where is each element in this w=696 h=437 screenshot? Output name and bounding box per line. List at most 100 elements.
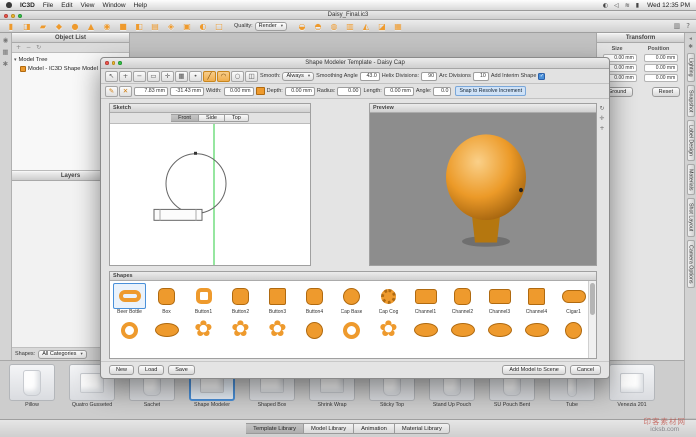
dialog-close-button[interactable] [105,61,109,65]
help-icon[interactable]: ? [684,22,692,30]
pan-tool-icon[interactable]: ✛ [161,71,174,82]
render-tool-icon[interactable]: ▦ [391,21,405,32]
add-model-to-scene-button[interactable]: Add Model to Scene [502,365,566,375]
app-menu[interactable]: IC3D [20,2,35,9]
shape-tile[interactable]: Channel3 [482,283,517,315]
zoom-out-icon[interactable]: − [133,71,146,82]
bottle-model-icon[interactable]: ● [68,21,82,32]
save-project-icon[interactable]: ▰ [36,21,50,32]
preview-canvas[interactable] [370,113,596,265]
add-object-icon[interactable]: + [16,44,21,51]
shape-tile[interactable] [260,317,295,343]
camera-rail-icon[interactable]: ◉ [3,36,9,44]
render-rail-icon[interactable]: ▦ [2,48,8,56]
arc-divisions-field[interactable]: 10 [473,72,489,81]
shape-tile[interactable] [556,317,586,343]
shape-tile[interactable] [519,317,554,343]
scrollbar-thumb[interactable] [590,283,595,315]
cancel-button[interactable]: Cancel [570,365,601,375]
shape-tile[interactable] [297,317,332,343]
shape-tile[interactable]: Beer Bottle [112,283,147,315]
refresh-tree-icon[interactable]: ↻ [36,44,41,51]
side-panel-tab[interactable]: Lighting [687,53,695,82]
remove-object-icon[interactable]: − [26,44,31,51]
cap-model-icon[interactable]: ▤ [148,21,162,32]
environment-tool-icon[interactable]: ◍ [327,21,341,32]
shapes-scrollbar[interactable] [588,281,596,358]
shape-tile[interactable]: Button3 [260,283,295,315]
chevron-down-icon[interactable] [14,57,17,63]
menu-item[interactable]: Edit [61,2,72,9]
wifi-status-icon[interactable]: ≋ [625,2,630,9]
shape-tile[interactable]: Channel1 [408,283,443,315]
dialog-zoom-button[interactable] [118,61,122,65]
sketch-view-tab[interactable]: Top [225,114,249,122]
sketch-canvas[interactable] [110,124,310,265]
menu-item[interactable]: Help [134,2,147,9]
length-field[interactable]: 0.00 mm [384,87,414,96]
shape-tile[interactable]: Channel4 [519,283,554,315]
side-panel-tab[interactable]: Snapshot [687,85,695,117]
shapes-category-select[interactable]: All Categories [38,350,87,359]
pan-view-icon[interactable]: ✛ [599,115,604,122]
shape-tile[interactable] [186,317,221,343]
save-button[interactable]: Save [168,365,195,375]
snap-to-increment-toggle[interactable]: Snap to Resolve Increment [455,86,526,96]
shape-tile[interactable]: Cap Cog [371,283,406,315]
shape-tile[interactable] [223,317,258,343]
template-thumbnail[interactable]: Venezia 201 [604,364,660,419]
draw-arc-icon[interactable]: ◠ [217,71,230,82]
zoom-in-icon[interactable]: + [119,71,132,82]
side-panel-tab[interactable]: Label Design [687,120,695,161]
delete-node-icon[interactable]: ✕ [119,86,132,97]
panel-settings-icon[interactable]: ✱ [688,44,693,50]
close-window-button[interactable] [4,14,8,18]
library-tab[interactable]: Material Library [395,423,450,434]
shape-tile[interactable]: Channel2 [445,283,480,315]
position-value-field[interactable]: 0.00 mm [644,54,678,62]
animation-tool-icon[interactable]: ◪ [375,21,389,32]
angle-field[interactable]: 0.0 [433,87,451,96]
mirror-icon[interactable]: ◫ [245,71,258,82]
zoom-view-icon[interactable]: + [599,125,604,132]
reset-button[interactable]: Reset [652,87,680,97]
display-status-icon[interactable]: ◐ [603,2,608,9]
quality-select[interactable]: Render [255,22,287,31]
grid-toggle-icon[interactable]: ▦ [175,71,188,82]
sketch-view-tab[interactable]: Front [171,114,199,122]
shape-tile[interactable]: Box [149,283,184,315]
shape-tile[interactable] [371,317,406,343]
library-tab[interactable]: Template Library [246,423,304,434]
radius-field[interactable]: 0.00 [337,87,361,96]
shape-tile[interactable]: Button1 [186,283,221,315]
tray-model-icon[interactable]: ◈ [164,21,178,32]
surface-swatch[interactable] [256,87,265,95]
draw-circle-icon[interactable]: ○ [231,71,244,82]
new-project-icon[interactable]: ▮ [4,21,18,32]
y-coordinate-field[interactable]: -31.43 mm [170,87,204,96]
open-project-icon[interactable]: ◨ [20,21,34,32]
draw-line-icon[interactable]: ╱ [203,71,216,82]
shape-tile[interactable] [408,317,443,343]
x-coordinate-field[interactable]: 7.83 mm [134,87,168,96]
blister-model-icon[interactable]: ▣ [180,21,194,32]
menu-item[interactable]: Window [102,2,125,9]
menubar-clock[interactable]: Wed 12:35 PM [647,2,690,9]
side-panel-tab[interactable]: Materials [687,164,695,196]
battery-status-icon[interactable]: ▮ [636,2,639,9]
edit-profile-icon[interactable]: ✎ [105,86,118,97]
shape-tile[interactable]: Button2 [223,283,258,315]
can-model-icon[interactable]: ▲ [84,21,98,32]
expand-panel-icon[interactable]: ◂ [689,36,692,42]
sketch-view-tab[interactable]: Side [199,114,225,122]
zoom-window-button[interactable] [18,14,22,18]
zoom-fit-icon[interactable]: ▭ [147,71,160,82]
template-thumbnail[interactable]: Pillow [4,364,60,419]
side-panel-tab[interactable]: Shot Layout [687,198,695,236]
snapshot-tool-icon[interactable]: ▥ [343,21,357,32]
bag-model-icon[interactable]: ■ [116,21,130,32]
shape-tile[interactable] [149,317,184,343]
dialog-minimize-button[interactable] [112,61,116,65]
label-model-icon[interactable]: ◐ [196,21,210,32]
menu-item[interactable]: View [81,2,95,9]
